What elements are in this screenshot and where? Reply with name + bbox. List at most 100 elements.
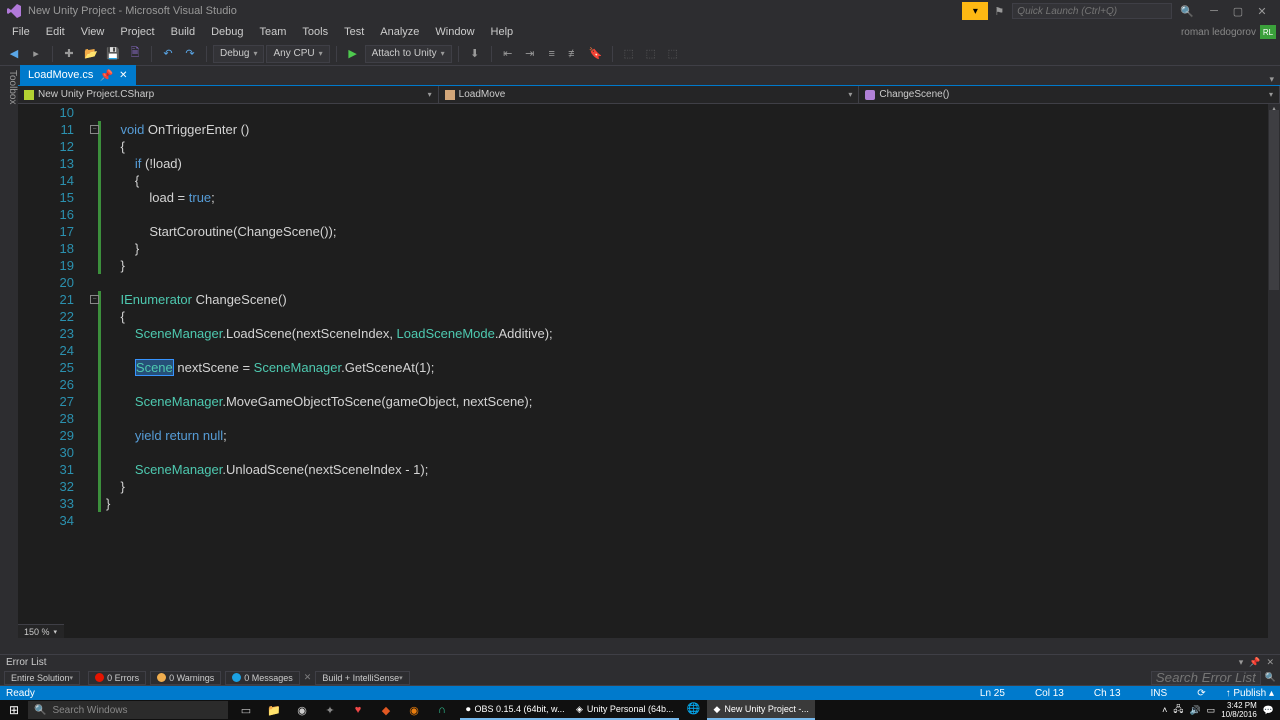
menu-file[interactable]: File [4, 24, 38, 40]
bookmark-button[interactable]: 🔖 [586, 44, 606, 64]
status-ins: INS [1151, 688, 1168, 699]
system-tray[interactable]: ˄ 🖧 🔊 ▭ 3:42 PM 10/8/2016 💬 [1162, 701, 1280, 719]
steam-icon[interactable]: ◉ [294, 702, 310, 718]
comment-button[interactable]: ≡ [542, 44, 562, 64]
save-all-button[interactable]: 🗎 [125, 44, 145, 64]
maximize-button[interactable]: ▢ [1226, 5, 1250, 18]
scrollbar-thumb[interactable] [1269, 110, 1279, 290]
user-name-label[interactable]: roman ledogorov [1181, 27, 1256, 38]
indent-more-button[interactable]: ⇥ [520, 44, 540, 64]
navigate-forward-button[interactable]: ▸ [26, 44, 46, 64]
app-icon-3[interactable]: ◆ [378, 702, 394, 718]
minimize-button[interactable]: ─ [1202, 5, 1226, 17]
windows-search-input[interactable]: 🔍 Search Windows [28, 701, 228, 719]
menu-project[interactable]: Project [112, 24, 162, 40]
fold-toggle[interactable]: − [90, 125, 99, 134]
tab-overflow-button[interactable]: ▾ [1263, 74, 1280, 85]
errorlist-search-icon[interactable]: 🔍 [1265, 672, 1276, 683]
menu-build[interactable]: Build [163, 24, 203, 40]
menu-team[interactable]: Team [252, 24, 295, 40]
toolbar-extra-3[interactable]: ⬚ [663, 44, 683, 64]
zoom-combo[interactable]: 150 %▾ [18, 624, 64, 638]
toolbar-extra-1[interactable]: ⬚ [619, 44, 639, 64]
nav-project-combo[interactable]: New Unity Project.CSharp [18, 86, 439, 103]
undo-button[interactable]: ↶ [158, 44, 178, 64]
tab-pin-icon[interactable]: 📌 [99, 69, 113, 82]
document-tab-active[interactable]: LoadMove.cs 📌 ✕ [20, 65, 136, 85]
taskbar-app[interactable]: ⏺OBS 0.15.4 (64bit, w... [460, 700, 570, 720]
nav-member-combo[interactable]: ChangeScene() [859, 86, 1280, 103]
tab-close-icon[interactable]: ✕ [119, 70, 127, 81]
messages-filter-button[interactable]: 0 Messages [225, 671, 300, 685]
notification-badge[interactable]: ▾ [962, 2, 988, 20]
uncomment-button[interactable]: ≢ [564, 44, 584, 64]
menu-view[interactable]: View [73, 24, 113, 40]
attach-combo[interactable]: Attach to Unity [365, 45, 452, 63]
errorlist-title: Error List [6, 657, 47, 668]
menu-window[interactable]: Window [427, 24, 482, 40]
indent-less-button[interactable]: ⇤ [498, 44, 518, 64]
status-sync-icon[interactable]: ⟳ [1197, 688, 1205, 699]
app-icon-2[interactable]: ♥ [350, 702, 366, 718]
menu-help[interactable]: Help [483, 24, 522, 40]
start-debug-button[interactable]: ▶ [343, 44, 363, 64]
platform-combo[interactable]: Any CPU [266, 45, 329, 63]
info-icon [232, 673, 241, 682]
errorlist-scope-combo[interactable]: Entire Solution [4, 671, 80, 685]
warnings-filter-button[interactable]: 0 Warnings [150, 671, 221, 685]
file-explorer-icon[interactable]: 📁 [266, 702, 282, 718]
save-button[interactable]: 💾 [103, 44, 123, 64]
class-icon [445, 90, 455, 100]
user-badge[interactable]: RL [1260, 25, 1276, 39]
window-title: New Unity Project - Microsoft Visual Stu… [28, 5, 237, 17]
fold-toggle[interactable]: − [90, 295, 99, 304]
errors-filter-button[interactable]: 0 Errors [88, 671, 146, 685]
menu-edit[interactable]: Edit [38, 24, 73, 40]
feedback-icon[interactable]: ⚑ [994, 5, 1004, 18]
search-icon[interactable]: 🔍 [1180, 5, 1194, 18]
blender-icon[interactable]: ◉ [406, 702, 422, 718]
errorlist-search-input[interactable] [1151, 671, 1261, 685]
quick-launch-input[interactable] [1012, 3, 1172, 19]
editor-scrollbar-vertical[interactable]: ▴ [1268, 104, 1280, 638]
toolbar-extra-2[interactable]: ⬚ [641, 44, 661, 64]
menu-tools[interactable]: Tools [294, 24, 336, 40]
redo-button[interactable]: ↷ [180, 44, 200, 64]
start-button[interactable]: ⊞ [0, 703, 28, 717]
toolbox-tab[interactable]: Toolbox [0, 66, 18, 636]
configuration-combo[interactable]: Debug [213, 45, 264, 63]
publish-button[interactable]: ↑ Publish ▴ [1226, 688, 1274, 699]
menu-analyze[interactable]: Analyze [372, 24, 427, 40]
app-icon-1[interactable]: ✦ [322, 702, 338, 718]
step-into-button[interactable]: ⬇ [465, 44, 485, 64]
navigate-back-button[interactable]: ◀ [4, 44, 24, 64]
close-button[interactable]: ✕ [1250, 5, 1274, 18]
errorlist-clear-button[interactable]: ✕ [304, 672, 312, 683]
tray-network-icon[interactable]: 🖧 [1173, 702, 1183, 718]
error-icon [95, 673, 104, 682]
task-view-icon[interactable]: ▭ [238, 702, 254, 718]
chrome-icon[interactable]: 🌐 [685, 700, 701, 716]
app-icon-4[interactable]: ∩ [434, 702, 450, 718]
code-editor[interactable]: 1011121314151617181920212223242526272829… [18, 104, 1268, 638]
csharp-project-icon [24, 90, 34, 100]
errorlist-source-combo[interactable]: Build + IntelliSense [315, 671, 409, 685]
nav-class-combo[interactable]: LoadMove [439, 86, 860, 103]
auto-hide-icon[interactable]: 📌 [1249, 657, 1260, 668]
tray-chevron-icon[interactable]: ˄ [1162, 705, 1167, 715]
taskbar-app[interactable]: ◈Unity Personal (64b... [570, 700, 679, 720]
close-panel-icon[interactable]: ✕ [1266, 657, 1274, 668]
errorlist-header[interactable]: Error List ▾ 📌 ✕ [0, 654, 1280, 670]
menu-test[interactable]: Test [336, 24, 372, 40]
tray-action-center-icon[interactable]: 💬 [1263, 705, 1274, 716]
status-char: Ch 13 [1094, 688, 1121, 699]
code-area[interactable]: void OnTriggerEnter () { if (!load) { lo… [106, 104, 1268, 529]
new-project-button[interactable]: ✚ [59, 44, 79, 64]
window-options-icon[interactable]: ▾ [1239, 657, 1244, 668]
open-file-button[interactable]: 📂 [81, 44, 101, 64]
tray-clock[interactable]: 3:42 PM 10/8/2016 [1221, 701, 1257, 719]
taskbar-app[interactable]: ◆New Unity Project -... [707, 700, 814, 720]
tray-language-icon[interactable]: ▭ [1207, 705, 1216, 716]
menu-debug[interactable]: Debug [203, 24, 251, 40]
tray-volume-icon[interactable]: 🔊 [1189, 705, 1200, 716]
